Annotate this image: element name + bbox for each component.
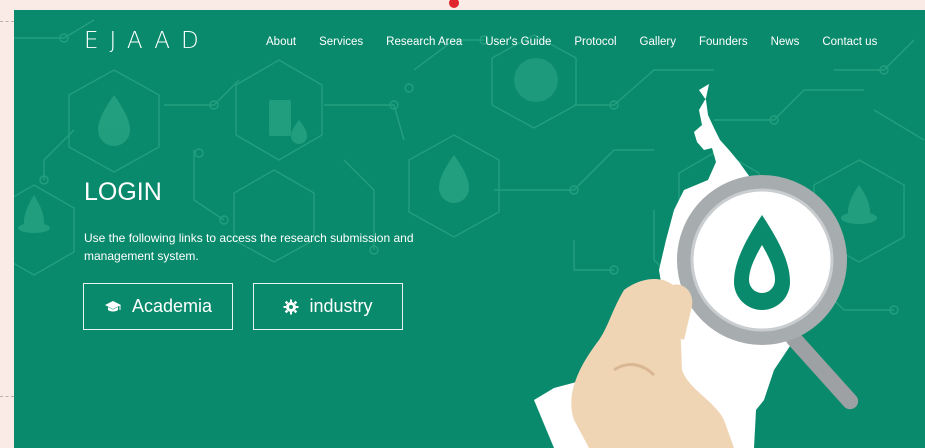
industry-button-label: industry xyxy=(309,296,373,316)
nav-link-news[interactable]: News xyxy=(771,36,800,48)
nav-link-services[interactable]: Services xyxy=(319,36,363,48)
nav-link-users-guide[interactable]: User's Guide xyxy=(485,36,551,48)
hero-section: EJAAD About Services Research Area User'… xyxy=(14,10,925,448)
nav-link-founders[interactable]: Founders xyxy=(699,36,748,48)
dashed-guide-bottom xyxy=(0,396,14,397)
dashed-guide-top xyxy=(0,21,14,22)
academia-button[interactable]: Academia xyxy=(83,283,233,330)
brand-logo[interactable]: EJAAD xyxy=(84,28,210,54)
nav-link-research-area[interactable]: Research Area xyxy=(386,36,462,48)
nav-link-protocol[interactable]: Protocol xyxy=(574,36,616,48)
nav-link-gallery[interactable]: Gallery xyxy=(640,36,676,48)
industry-button[interactable]: industry xyxy=(253,283,403,330)
page-title: LOGIN xyxy=(84,178,162,206)
top-navigation: EJAAD About Services Research Area User'… xyxy=(14,10,925,74)
login-description: Use the following links to access the re… xyxy=(84,231,414,263)
gear-icon xyxy=(283,299,299,314)
academia-button-label: Academia xyxy=(131,296,213,316)
map-magnifier-illustration xyxy=(534,84,859,448)
nav-link-contact-us[interactable]: Contact us xyxy=(822,36,877,48)
nav-links: About Services Research Area User's Guid… xyxy=(266,36,900,48)
nav-link-about[interactable]: About xyxy=(266,36,296,48)
graduation-cap-icon xyxy=(104,300,121,311)
